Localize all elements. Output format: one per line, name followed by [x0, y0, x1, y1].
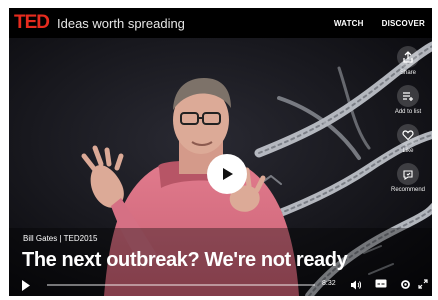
speaker-event: Bill Gates | TED2015 — [23, 234, 98, 243]
share-label: Share — [399, 70, 416, 76]
page-frame: TED Ideas worth spreading WATCH DISCOVER — [0, 0, 438, 300]
add-to-list-button[interactable]: Add to list — [395, 85, 421, 115]
player-controls: 8:32 — [9, 274, 432, 296]
fullscreen-icon[interactable] — [418, 279, 428, 289]
heart-icon — [397, 124, 419, 146]
nav-discover[interactable]: DISCOVER — [382, 19, 425, 28]
recommend-icon — [396, 163, 419, 185]
duration: 8:32 — [322, 280, 336, 287]
like-label: Like — [402, 148, 414, 154]
play-icon — [223, 168, 233, 180]
main-nav: WATCH DISCOVER — [334, 19, 425, 28]
video-player[interactable]: TED Ideas worth spreading WATCH DISCOVER — [9, 8, 432, 296]
tagline: Ideas worth spreading — [57, 15, 185, 31]
volume-icon[interactable] — [350, 280, 361, 290]
share-icon — [397, 46, 419, 68]
play-icon-small[interactable] — [21, 280, 31, 291]
talk-title: The next outbreak? We're not ready — [22, 249, 348, 271]
settings-gear-icon[interactable] — [400, 279, 411, 290]
like-button[interactable]: Like — [397, 124, 419, 154]
captions-icon[interactable] — [375, 279, 387, 289]
side-actions: Share Add to list Like Recommend — [388, 46, 428, 202]
add-to-list-icon — [396, 85, 419, 107]
recommend-label: Recommend — [390, 187, 425, 193]
top-navigation-bar: TED Ideas worth spreading WATCH DISCOVER — [9, 8, 432, 38]
recommend-button[interactable]: Recommend — [391, 163, 425, 193]
progress-bar[interactable] — [47, 284, 315, 286]
share-button[interactable]: Share — [397, 46, 419, 76]
ted-logo[interactable]: TED — [14, 12, 50, 34]
add-to-list-label: Add to list — [394, 109, 422, 115]
nav-watch[interactable]: WATCH — [334, 19, 364, 28]
play-button-large[interactable] — [207, 154, 247, 194]
